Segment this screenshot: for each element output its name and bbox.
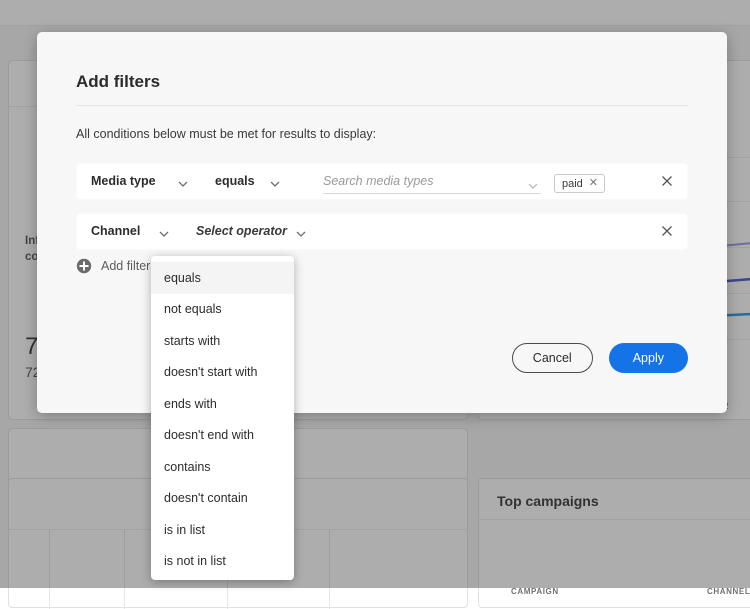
chevron-down-icon[interactable] bbox=[159, 229, 168, 238]
apply-button[interactable]: Apply bbox=[609, 343, 688, 373]
remove-filter-row-button[interactable] bbox=[660, 224, 674, 238]
column-header-channel: CHANNEL bbox=[707, 587, 750, 596]
operator-option[interactable]: starts with bbox=[151, 325, 294, 357]
operator-option[interactable]: is in list bbox=[151, 514, 294, 546]
operator-option[interactable]: is not in list bbox=[151, 546, 294, 578]
add-filter-button[interactable]: Add filter bbox=[76, 258, 150, 274]
dialog-title: Add filters bbox=[76, 72, 160, 92]
tag-label: paid bbox=[562, 178, 583, 190]
filter-field-select[interactable]: Media type bbox=[91, 174, 156, 188]
dialog-divider bbox=[76, 105, 688, 106]
filter-operator-select[interactable]: Select operator bbox=[196, 224, 287, 238]
filter-operator-select[interactable]: equals bbox=[215, 174, 255, 188]
operator-option[interactable]: doesn't end with bbox=[151, 420, 294, 452]
operator-dropdown-menu: equalsnot equalsstarts withdoesn't start… bbox=[151, 256, 294, 580]
operator-option[interactable]: doesn't start with bbox=[151, 357, 294, 389]
search-input-placeholder: Search media types bbox=[323, 174, 433, 188]
operator-option[interactable]: ends with bbox=[151, 388, 294, 420]
chevron-down-icon[interactable] bbox=[178, 179, 187, 188]
operator-option[interactable]: doesn't contain bbox=[151, 483, 294, 515]
plus-circle-icon bbox=[76, 258, 92, 274]
dialog-subtitle: All conditions below must be met for res… bbox=[76, 127, 376, 141]
filter-field-select[interactable]: Channel bbox=[91, 224, 140, 238]
remove-filter-row-button[interactable] bbox=[660, 174, 674, 188]
chevron-down-icon[interactable] bbox=[528, 178, 538, 188]
chevron-down-icon[interactable] bbox=[270, 179, 279, 188]
add-filter-label: Add filter bbox=[101, 259, 150, 273]
close-icon[interactable]: ✕ bbox=[589, 178, 598, 189]
filter-row: Media type equals Search media types pai… bbox=[76, 163, 688, 200]
chevron-down-icon[interactable] bbox=[296, 229, 305, 238]
column-header-campaign: CAMPAIGN bbox=[511, 587, 559, 596]
operator-option[interactable]: contains bbox=[151, 451, 294, 483]
dialog-actions: Cancel Apply bbox=[512, 343, 688, 373]
media-type-search-combobox[interactable]: Search media types bbox=[323, 172, 541, 194]
add-filters-dialog: Add filters All conditions below must be… bbox=[37, 32, 727, 413]
filter-row: Channel Select operator bbox=[76, 213, 688, 250]
selected-value-tag[interactable]: paid ✕ bbox=[554, 174, 605, 193]
cancel-button[interactable]: Cancel bbox=[512, 343, 593, 373]
operator-option[interactable]: equals bbox=[151, 262, 294, 294]
operator-option[interactable]: not equals bbox=[151, 294, 294, 326]
